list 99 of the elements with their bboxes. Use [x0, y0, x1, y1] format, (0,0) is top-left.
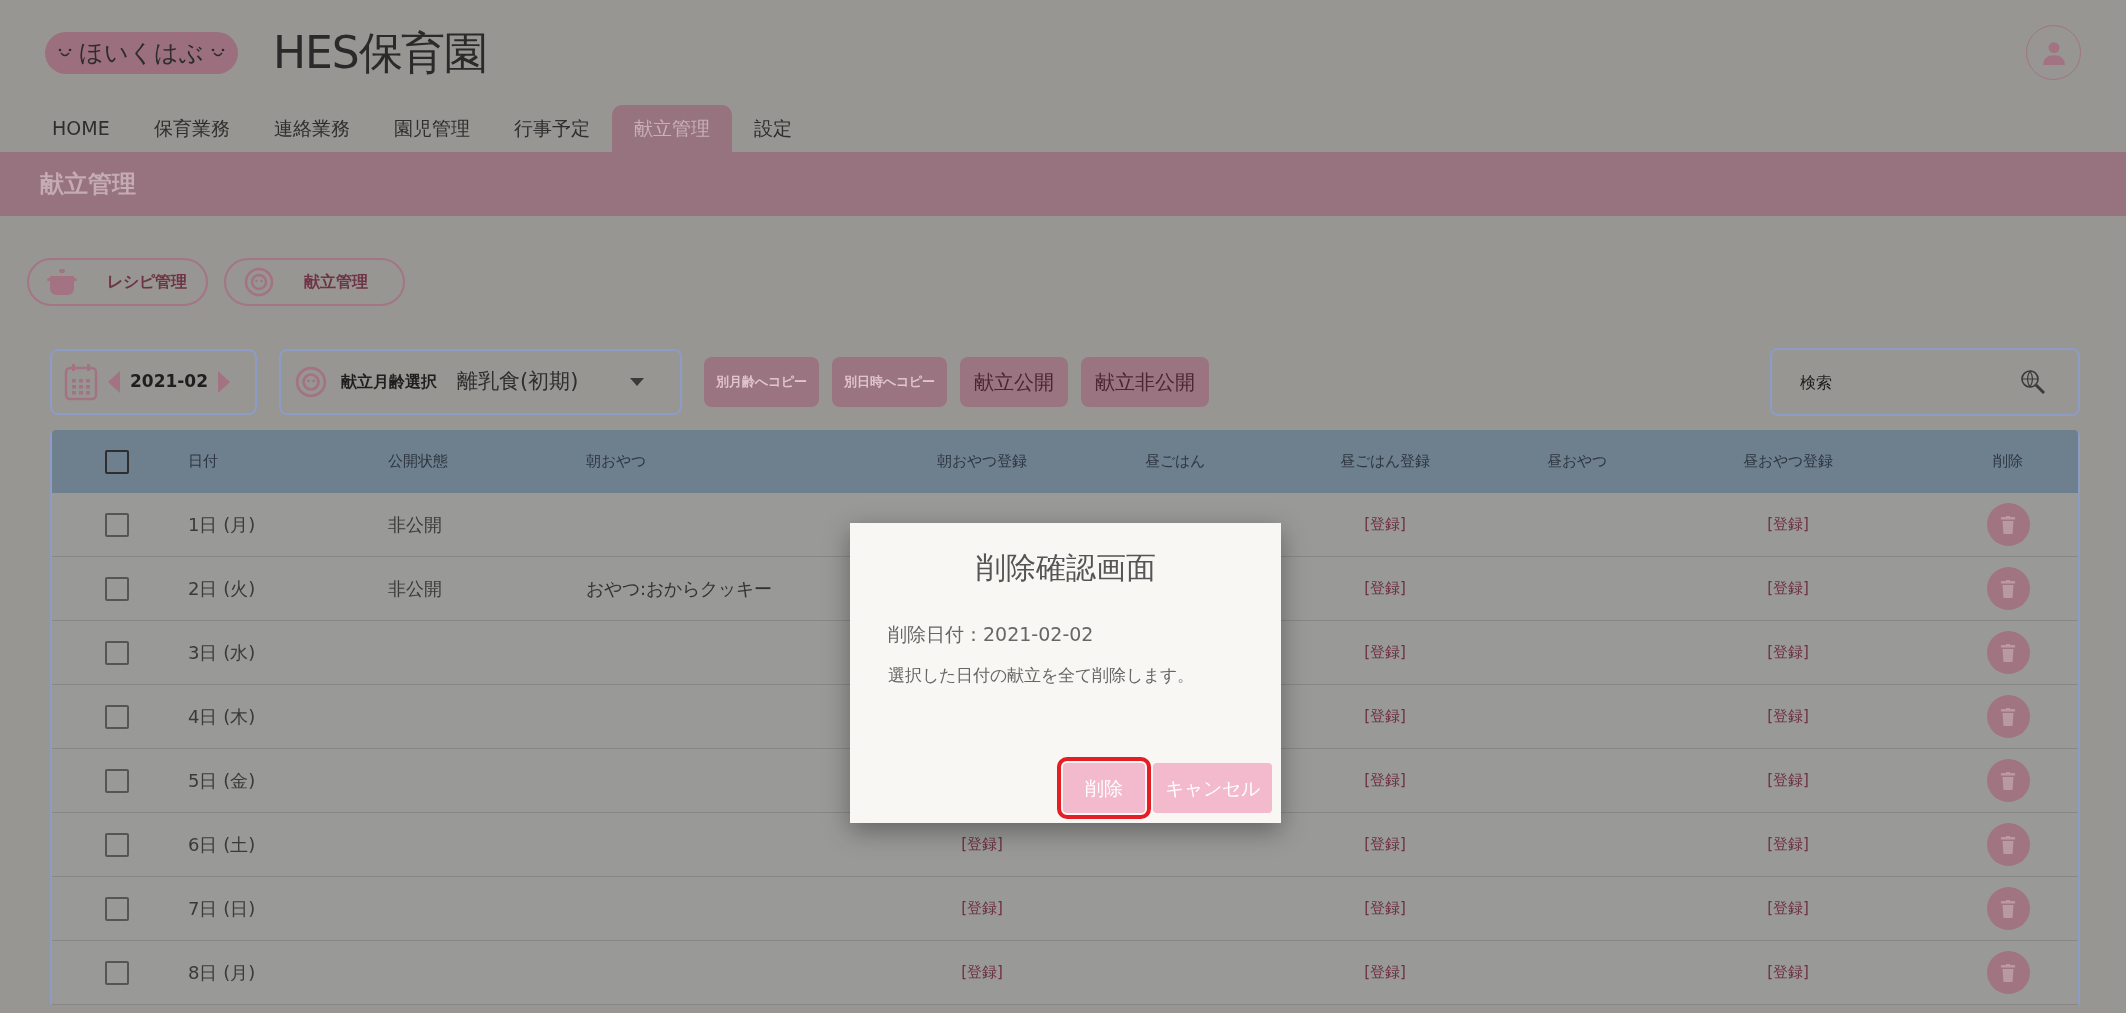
delete-button[interactable] — [1986, 567, 2030, 610]
status-cell: 非公開 — [388, 514, 442, 535]
register-link[interactable]: [登録] — [1767, 769, 1809, 792]
caret-icon — [630, 378, 644, 386]
delete-button[interactable] — [1986, 887, 2030, 930]
nav-tab[interactable]: HOME — [38, 105, 124, 152]
column-header: 昼おやつ — [1547, 451, 1607, 473]
pot-icon — [47, 268, 77, 296]
date-cell: 3日 (水) — [188, 642, 256, 663]
register-link[interactable]: [登録] — [1364, 705, 1406, 728]
register-link[interactable]: [登録] — [1767, 961, 1809, 984]
delete-button[interactable] — [1986, 503, 2030, 546]
trash-icon — [2001, 899, 2015, 918]
dialog-title: 削除確認画面 — [975, 549, 1156, 587]
trash-icon — [2001, 771, 2015, 790]
nav-tab[interactable]: 行事予定 — [499, 105, 604, 152]
action-button[interactable]: 献立公開 — [960, 357, 1068, 407]
delete-button[interactable] — [1986, 631, 2030, 674]
delete-button[interactable] — [1986, 823, 2030, 866]
column-header: 昼ごはん — [1145, 451, 1205, 473]
morning-snack-cell: おやつ:おからクッキー — [586, 578, 773, 599]
column-header: 昼ごはん登録 — [1340, 451, 1430, 473]
delete-button[interactable] — [1986, 951, 2030, 994]
smile-icon — [210, 47, 226, 58]
register-link[interactable]: [登録] — [1364, 897, 1406, 920]
logo-text: ほいくはぶ — [79, 37, 204, 69]
search-icon — [2020, 369, 2046, 395]
delete-button[interactable] — [1986, 695, 2030, 738]
row-checkbox[interactable] — [105, 512, 129, 537]
register-link[interactable]: [登録] — [1364, 513, 1406, 536]
delete-button[interactable] — [1986, 759, 2030, 802]
next-month-arrow[interactable] — [218, 371, 231, 393]
column-header: 日付 — [188, 452, 218, 471]
register-link[interactable]: [登録] — [1364, 641, 1406, 664]
status-cell: 非公開 — [388, 578, 442, 599]
nav-tab[interactable]: 設定 — [739, 105, 806, 152]
column-header: 削除 — [1993, 451, 2023, 473]
trash-icon — [2001, 579, 2015, 598]
month-label: 2021-02 — [130, 370, 209, 394]
nav-tab[interactable]: 連絡業務 — [259, 105, 364, 152]
section-button[interactable]: 献立管理 — [224, 258, 405, 306]
register-link[interactable]: [登録] — [961, 833, 1003, 856]
register-link[interactable]: [登録] — [1364, 577, 1406, 600]
face-icon — [295, 366, 327, 398]
site-title: HES保育園 — [273, 25, 488, 80]
trash-icon — [2001, 515, 2015, 534]
row-checkbox[interactable] — [105, 896, 129, 921]
dialog-message: 選択した日付の献立を全て削除します。 — [888, 663, 1195, 687]
register-link[interactable]: [登録] — [1767, 833, 1809, 856]
register-link[interactable]: [登録] — [1767, 705, 1809, 728]
row-checkbox[interactable] — [105, 640, 129, 665]
date-cell: 8日 (月) — [188, 962, 256, 983]
face-icon — [244, 267, 274, 297]
delete-date-text: 削除日付：2021-02-02 — [888, 622, 1095, 647]
date-cell: 7日 (日) — [188, 898, 256, 919]
register-link[interactable]: [登録] — [1364, 833, 1406, 856]
nav-tab[interactable]: 献立管理 — [611, 105, 732, 152]
section-button[interactable]: レシピ管理 — [27, 258, 208, 306]
register-link[interactable]: [登録] — [1767, 513, 1809, 536]
register-link[interactable]: [登録] — [1364, 961, 1406, 984]
age-select[interactable]: 献立月齢選択 離乳食(初期) — [279, 349, 682, 415]
row-checkbox[interactable] — [105, 576, 129, 601]
calendar-icon — [64, 363, 98, 401]
register-link[interactable]: [登録] — [1767, 577, 1809, 600]
nav-tab[interactable]: 保育業務 — [139, 105, 244, 152]
row-checkbox[interactable] — [105, 768, 129, 793]
row-checkbox[interactable] — [105, 704, 129, 729]
page-title: 献立管理 — [40, 169, 136, 200]
row-checkbox[interactable] — [105, 960, 129, 985]
register-link[interactable]: [登録] — [961, 897, 1003, 920]
age-select-value: 離乳食(初期) — [457, 368, 579, 396]
date-cell: 1日 (月) — [188, 514, 256, 535]
date-cell: 6日 (土) — [188, 834, 256, 855]
register-link[interactable]: [登録] — [961, 961, 1003, 984]
date-cell: 5日 (金) — [188, 770, 256, 791]
smile-icon — [57, 47, 73, 58]
trash-icon — [2001, 643, 2015, 662]
nav-tab[interactable]: 園児管理 — [379, 105, 484, 152]
column-header: 朝おやつ登録 — [937, 451, 1027, 473]
register-link[interactable]: [登録] — [1767, 641, 1809, 664]
trash-icon — [2001, 963, 2015, 982]
action-button[interactable]: 別日時へコピー — [832, 357, 947, 407]
action-button[interactable]: 献立非公開 — [1081, 357, 1209, 407]
column-header: 昼おやつ登録 — [1743, 451, 1833, 473]
user-icon — [2040, 39, 2067, 66]
trash-icon — [2001, 835, 2015, 854]
search-field[interactable]: 検索 — [1770, 348, 2080, 416]
trash-icon — [2001, 707, 2015, 726]
column-header: 公開状態 — [388, 452, 448, 471]
date-cell: 4日 (木) — [188, 706, 256, 727]
row-checkbox[interactable] — [105, 832, 129, 857]
column-header: 朝おやつ — [586, 452, 646, 471]
age-select-label: 献立月齢選択 — [341, 371, 437, 393]
action-button[interactable]: 別月齢へコピー — [704, 357, 819, 407]
register-link[interactable]: [登録] — [1364, 769, 1406, 792]
date-cell: 2日 (火) — [188, 578, 256, 599]
register-link[interactable]: [登録] — [1767, 897, 1809, 920]
previous-month-arrow[interactable] — [108, 371, 120, 393]
select-all-checkbox[interactable] — [105, 449, 129, 474]
